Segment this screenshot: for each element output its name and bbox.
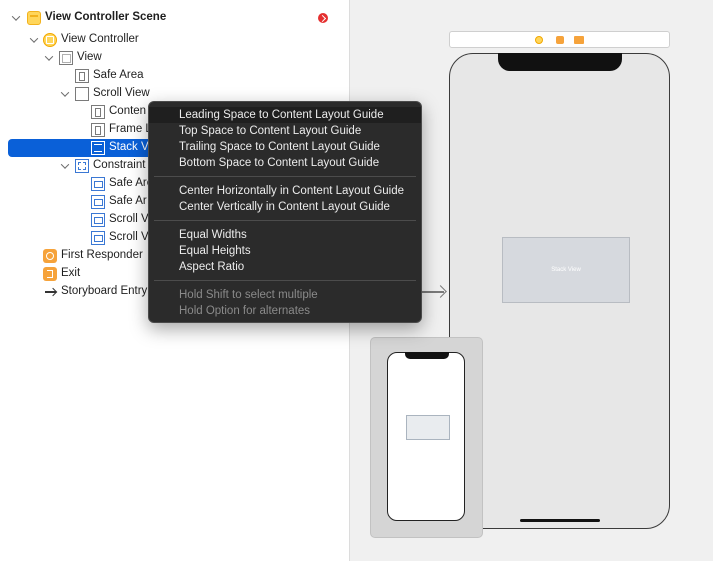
- stack-view-caption: Stack View: [551, 267, 581, 273]
- chevron-down-icon[interactable]: [60, 161, 70, 171]
- outline-label: Safe Area: [93, 69, 144, 81]
- error-badge-icon[interactable]: [318, 13, 328, 23]
- scene-dock[interactable]: [449, 31, 670, 48]
- entry-point-arrow-icon[interactable]: [420, 285, 448, 299]
- menu-item-center-horizontally[interactable]: Center Horizontally in Content Layout Gu…: [149, 183, 421, 199]
- outline-row-view[interactable]: View: [0, 49, 349, 67]
- outline-label: Stack V: [109, 141, 149, 153]
- stack-view-icon: [91, 141, 105, 155]
- constraints-icon: [75, 159, 89, 173]
- menu-item-center-vertically[interactable]: Center Vertically in Content Layout Guid…: [149, 199, 421, 215]
- menu-separator: [154, 176, 416, 177]
- outline-label: Safe Are: [109, 177, 154, 189]
- menu-item-label: Leading Space to Content Layout Guide: [179, 109, 384, 121]
- notch: [498, 53, 622, 71]
- outline-label: Scroll View: [93, 87, 150, 99]
- menu-separator: [154, 280, 416, 281]
- mini-notch: [405, 352, 449, 359]
- menu-item-equal-heights[interactable]: Equal Heights: [149, 243, 421, 259]
- chevron-down-icon[interactable]: [29, 35, 39, 45]
- home-indicator: [520, 519, 600, 522]
- first-responder-dock-icon[interactable]: [556, 36, 564, 44]
- view-controller-dock-icon[interactable]: [535, 36, 543, 44]
- menu-item-aspect-ratio[interactable]: Aspect Ratio: [149, 259, 421, 275]
- first-responder-icon: [43, 249, 57, 263]
- menu-item-label: Top Space to Content Layout Guide: [179, 125, 362, 137]
- constraint-icon: [91, 177, 105, 191]
- scene-icon: [27, 11, 41, 25]
- outline-row-view-controller[interactable]: View Controller: [0, 31, 349, 49]
- constraint-context-menu: Leading Space to Content Layout Guide To…: [148, 101, 422, 323]
- outline-label: Scroll V: [109, 231, 149, 243]
- constraint-icon: [91, 231, 105, 245]
- outline-label: Frame L: [109, 123, 152, 135]
- layout-guide-icon: [75, 69, 89, 83]
- layout-guide-icon: [91, 105, 105, 119]
- chevron-down-icon[interactable]: [60, 89, 70, 99]
- outline-label: Storyboard Entry P: [61, 285, 159, 297]
- layout-guide-icon: [91, 123, 105, 137]
- menu-item-top-space[interactable]: Top Space to Content Layout Guide: [149, 123, 421, 139]
- chevron-down-icon[interactable]: [44, 53, 54, 63]
- outline-label: View Controller: [61, 33, 139, 45]
- menu-item-label: Center Vertically in Content Layout Guid…: [179, 201, 390, 213]
- mini-stack-view: [406, 415, 450, 440]
- outline-row-scene[interactable]: View Controller Scene: [0, 9, 349, 27]
- menu-item-trailing-space[interactable]: Trailing Space to Content Layout Guide: [149, 139, 421, 155]
- menu-separator: [154, 220, 416, 221]
- menu-hint-label: Hold Shift to select multiple: [179, 289, 318, 301]
- menu-hint-option: Hold Option for alternates: [149, 303, 421, 319]
- outline-label: Exit: [61, 267, 81, 279]
- menu-item-label: Center Horizontally in Content Layout Gu…: [179, 185, 405, 197]
- menu-hint-shift: Hold Shift to select multiple: [149, 287, 421, 303]
- menu-item-label: Bottom Space to Content Layout Guide: [179, 157, 380, 169]
- outline-label: Constraint: [93, 159, 146, 171]
- menu-item-equal-widths[interactable]: Equal Widths: [149, 227, 421, 243]
- menu-item-label: Equal Widths: [179, 229, 247, 241]
- outline-label: Safe Ar: [109, 195, 147, 207]
- outline-row-safe-area[interactable]: Safe Area: [0, 67, 349, 85]
- entry-point-arrow-icon: [43, 285, 57, 299]
- exit-dock-icon[interactable]: [574, 36, 584, 44]
- outline-label: View Controller Scene: [45, 11, 167, 23]
- chevron-down-icon[interactable]: [11, 13, 21, 23]
- menu-item-leading-space[interactable]: Leading Space to Content Layout Guide: [149, 107, 421, 123]
- outline-label: Scroll V: [109, 213, 149, 225]
- drag-preview: [370, 337, 483, 538]
- stack-view-placeholder[interactable]: Stack View: [502, 237, 630, 303]
- outline-label: View: [77, 51, 102, 63]
- menu-item-label: Equal Heights: [179, 245, 251, 257]
- menu-item-label: Aspect Ratio: [179, 261, 245, 273]
- exit-icon: [43, 267, 57, 281]
- outline-label: Conten: [109, 105, 147, 117]
- view-controller-icon: [43, 33, 57, 47]
- constraint-icon: [91, 195, 105, 209]
- mini-phone: [387, 352, 465, 521]
- view-icon: [59, 51, 73, 65]
- menu-hint-label: Hold Option for alternates: [179, 305, 311, 317]
- menu-item-label: Trailing Space to Content Layout Guide: [179, 141, 380, 153]
- outline-label: First Responder: [61, 249, 143, 261]
- menu-item-bottom-space[interactable]: Bottom Space to Content Layout Guide: [149, 155, 421, 171]
- constraint-icon: [91, 213, 105, 227]
- scroll-view-icon: [75, 87, 89, 101]
